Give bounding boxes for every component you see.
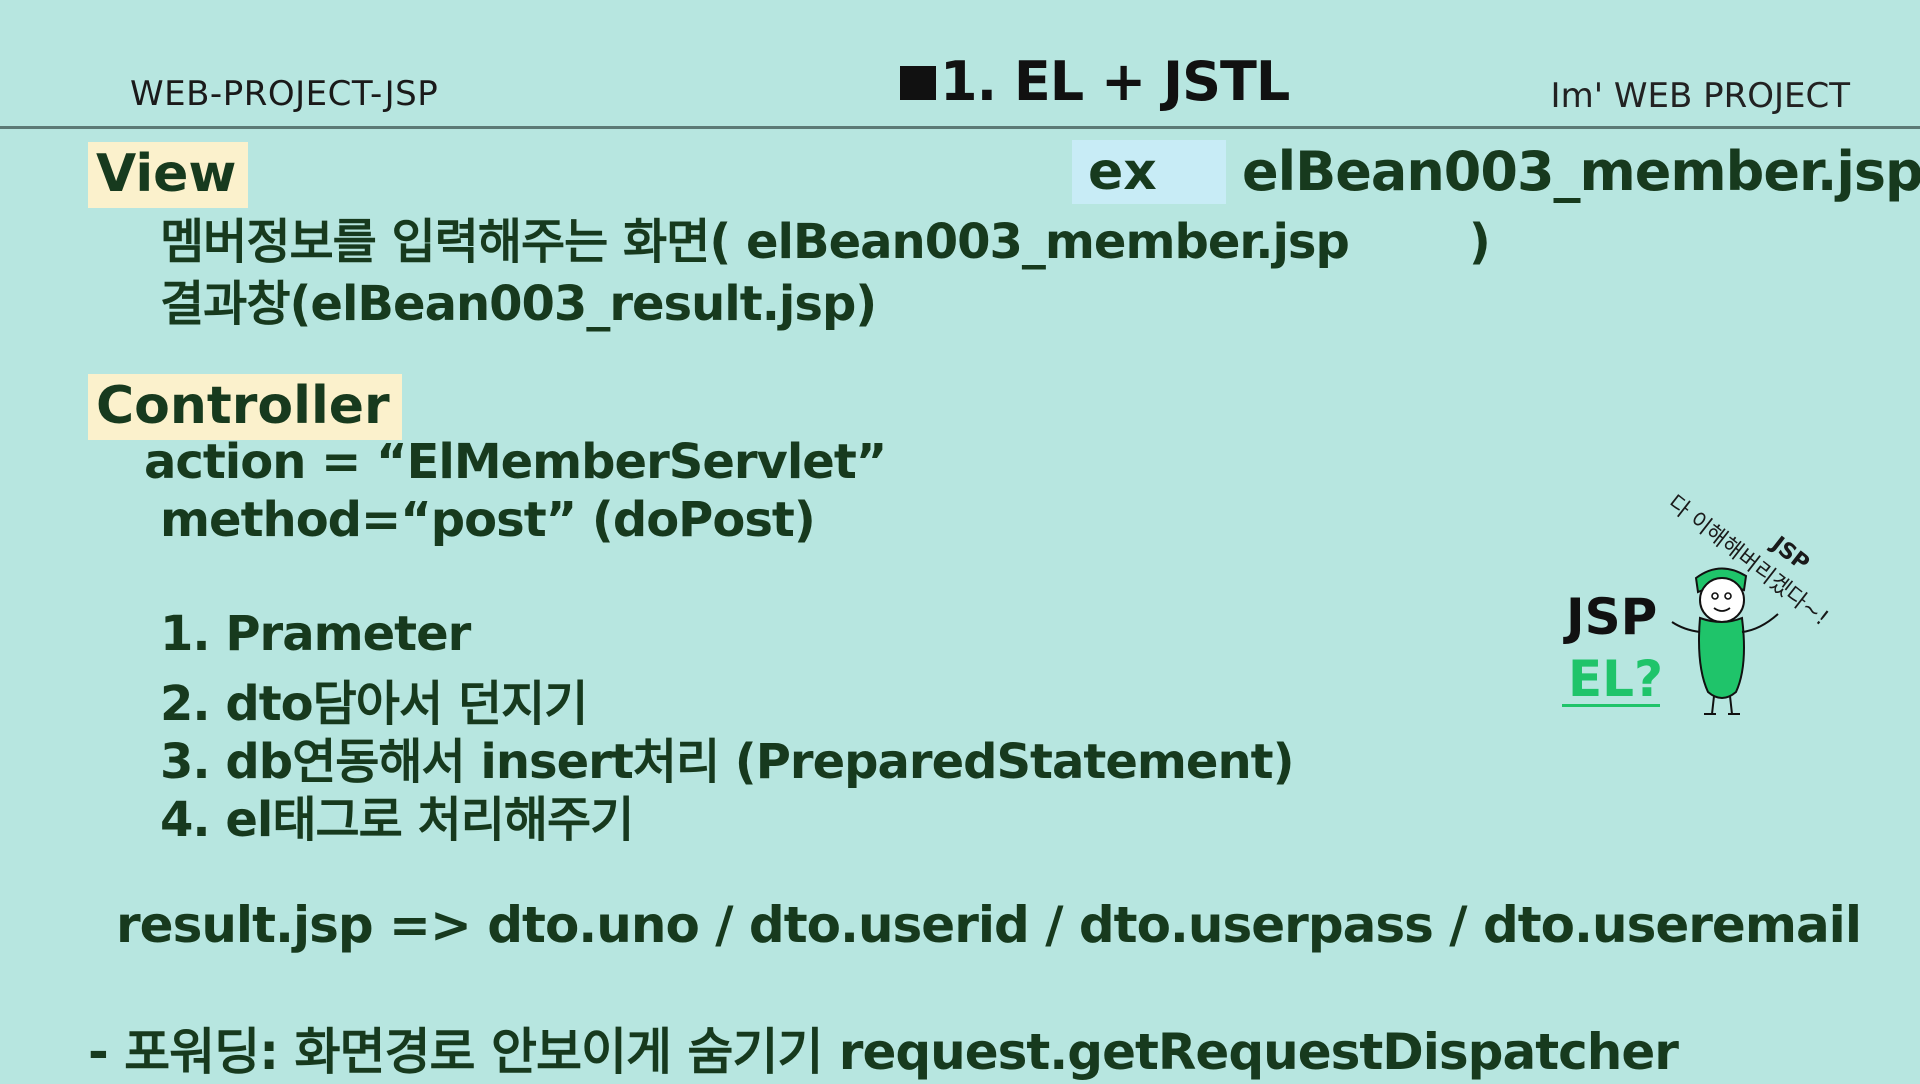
view-line-1: 멤버정보를 입력해주는 화면( elBean003_member.jsp) [160, 202, 1491, 272]
mascot-jsp-label: JSP [1566, 588, 1658, 646]
view-line-1-text: 멤버정보를 입력해주는 화면( elBean003_member.jsp [160, 214, 1350, 270]
result-line: result.jsp => dto.uno / dto.userid / dto… [116, 896, 1862, 954]
step-item: 1. Prameter [160, 606, 471, 662]
header-right-label: Im' WEB PROJECT [1550, 76, 1850, 116]
view-tag: View [88, 142, 249, 208]
ex-filename: elBean003_member.jsp [1242, 140, 1920, 203]
square-bullet-icon [900, 66, 936, 100]
mascot-character-icon [1671, 567, 1779, 715]
controller-method: method=“post” (doPost) [160, 492, 816, 548]
header-left-label: WEB-PROJECT-JSP [130, 74, 439, 114]
step-item: 4. el태그로 처리해주기 [160, 792, 634, 848]
header-divider [0, 126, 1920, 129]
view-line-1-close: ) [1468, 214, 1491, 270]
mascot-el-label: EL? [1568, 650, 1664, 708]
ex-label: ex [1072, 140, 1226, 204]
view-line-2: 결과창(elBean003_result.jsp) [160, 276, 877, 332]
forward-line: - 포워딩: 화면경로 안보이게 숨기기 request.getRequestD… [88, 1023, 1679, 1081]
mascot-el-underline [1562, 704, 1660, 707]
controller-action: action = “ElMemberServlet” [144, 434, 887, 490]
slide-title: 1. EL + JSTL [900, 50, 1290, 113]
slide-title-text: 1. EL + JSTL [940, 50, 1290, 113]
controller-tag: Controller [88, 374, 402, 440]
